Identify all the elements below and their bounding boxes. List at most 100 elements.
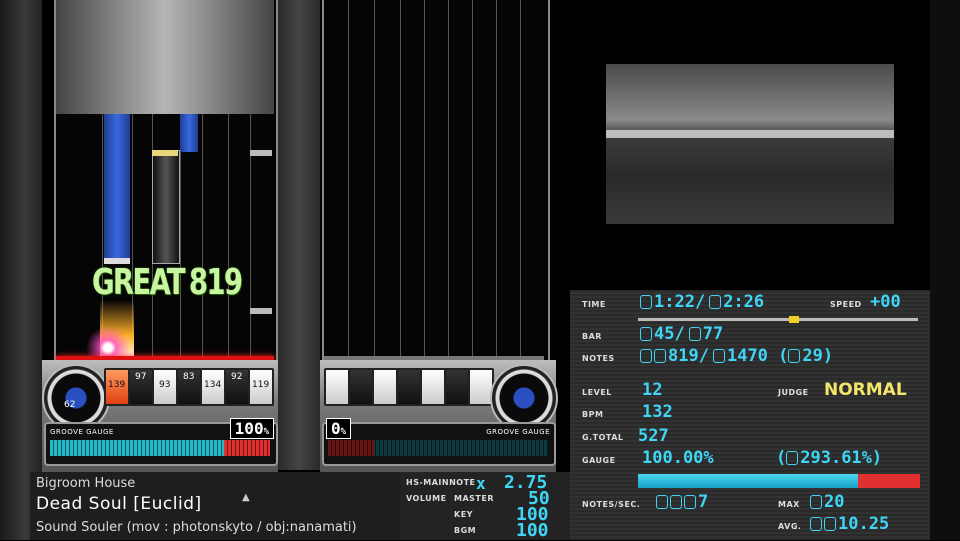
key-5[interactable]: 134 [200, 368, 226, 406]
note-gray [250, 150, 272, 156]
center-frame [278, 0, 320, 470]
key-3[interactable]: 93 [152, 368, 178, 406]
note-gray [250, 308, 272, 314]
long-note-dark [152, 150, 180, 264]
p2-gauge-bar [328, 440, 548, 456]
hs-mainnote-label: HS-MAINNOTE [406, 478, 476, 487]
gauge-stat-value: 100.00% [642, 448, 714, 468]
notes-display: 819/1470 (29) [640, 346, 833, 366]
long-note-blue [104, 114, 130, 262]
pct-sign: % [263, 427, 269, 437]
max-value: 20 [824, 492, 845, 512]
key-2-count: 97 [135, 372, 147, 382]
p2-gauge-label: GROOVE GAUGE [486, 428, 550, 436]
bga-stripe [606, 130, 894, 138]
judge-rank: NORMAL [824, 380, 907, 400]
gauge-extra-value: 293.61 [800, 448, 862, 468]
p2-gauge-red-zone [328, 440, 374, 456]
nps-display: 7 [656, 492, 708, 512]
gauge-stat-label: GAUGE [582, 456, 616, 465]
lane-divider [496, 0, 497, 358]
notes-current: 819 [668, 346, 699, 366]
volume-label: VOLUME [406, 494, 447, 503]
p1-gauge-value: 100 [234, 419, 264, 438]
p2-groove-gauge: GROOVE GAUGE 0% [322, 418, 556, 466]
stats-panel: TIME 1:22/2:26 SPEED +00 BAR 45/77 NOTES… [570, 290, 930, 540]
key-7-count: 119 [252, 380, 270, 390]
judge-display: GREAT 819 [92, 262, 243, 303]
song-artist: Sound Souler (mov : photonskyto / obj:na… [36, 520, 357, 535]
p2-key-2[interactable] [348, 368, 374, 406]
turntable-value: 62 [64, 400, 76, 410]
gauge-stat-fill [638, 474, 858, 488]
avg-label: AVG. [778, 522, 802, 531]
p2-key-1[interactable] [324, 368, 350, 406]
song-progress-marker [789, 316, 800, 323]
gauge-label: GROOVE GAUGE [50, 428, 114, 436]
bar-label: BAR [582, 332, 602, 341]
bga-video-area [570, 0, 930, 290]
nps-label: NOTES/SEC. [582, 500, 641, 509]
p1-gauge-red-zone [224, 440, 270, 456]
key-7[interactable]: 119 [248, 368, 274, 406]
left-frame [0, 0, 42, 540]
avg-value: 10.25 [838, 514, 890, 534]
speed-label: SPEED [830, 300, 862, 309]
gauge-stat-bar [638, 474, 920, 488]
key-1-count: 139 [108, 380, 126, 390]
lane-divider [348, 0, 349, 358]
p2-controller: GROOVE GAUGE 0% [320, 360, 558, 472]
max-label: MAX [778, 500, 800, 509]
gtotal-value: 527 [638, 426, 669, 446]
notes-label: NOTES [582, 354, 615, 363]
key-4[interactable]: 83 [176, 368, 202, 406]
p1-groove-gauge: GROOVE GAUGE 100% [44, 418, 278, 466]
song-genre: Bigroom House [36, 476, 136, 491]
p2-key-3[interactable] [372, 368, 398, 406]
key-2[interactable]: 97 [128, 368, 154, 406]
bar-display: 45/77 [640, 324, 723, 344]
song-title: Dead Soul [Euclid] [36, 494, 202, 514]
bgm-volume-value[interactable]: 100 [516, 520, 549, 541]
combo-count: 819 [188, 262, 243, 303]
gauge-extra-unit: % [861, 448, 872, 468]
judge-label: JUDGE [778, 388, 809, 397]
nps-value: 7 [698, 492, 709, 512]
lane-divider [472, 0, 473, 358]
lane-divider [424, 0, 425, 358]
p2-gauge-value: 0 [331, 419, 341, 438]
time-total: 2:26 [723, 292, 765, 312]
p1-keys: 139 97 93 83 134 92 119 [104, 368, 278, 408]
p2-gauge-percent: 0% [326, 418, 352, 439]
bga-frame [606, 64, 894, 224]
p1-gauge-percent: 100% [229, 418, 274, 439]
p2-key-6[interactable] [444, 368, 470, 406]
lane-divider [448, 0, 449, 358]
bar-current: 45 [654, 324, 675, 344]
long-note-blue-short [180, 114, 198, 152]
bar-total: 77 [702, 324, 724, 344]
key-4-count: 83 [183, 372, 195, 382]
p2-key-5[interactable] [420, 368, 446, 406]
lane-divider [520, 0, 521, 358]
key-1[interactable]: 139 [104, 368, 130, 406]
gauge-extra-display: (293.61%) [776, 448, 883, 468]
key-6[interactable]: 92 [224, 368, 250, 406]
bpm-label: BPM [582, 410, 604, 419]
song-info: Bigroom House Dead Soul [Euclid] Sound S… [30, 472, 400, 540]
level-label: LEVEL [582, 388, 612, 397]
max-display: 20 [810, 492, 844, 512]
right-frame [930, 0, 960, 540]
notes-total: 1470 [726, 346, 768, 366]
p1-controller: 62 139 97 93 83 134 92 119 GROOVE GAUGE … [42, 360, 278, 472]
p2-key-4[interactable] [396, 368, 422, 406]
p2-keys [324, 368, 498, 408]
p1-gauge-bar [50, 440, 270, 456]
notes-extra: 29 [802, 346, 823, 366]
hispeed-volume-panel: HS-MAINNOTE x 2.75 VOLUME MASTER 50 KEY … [400, 472, 570, 541]
master-label: MASTER [454, 494, 494, 503]
lane-divider [400, 0, 401, 358]
avg-display: 10.25 [810, 514, 889, 534]
song-progress-track [638, 316, 918, 323]
p1-lane-cover [56, 0, 274, 114]
